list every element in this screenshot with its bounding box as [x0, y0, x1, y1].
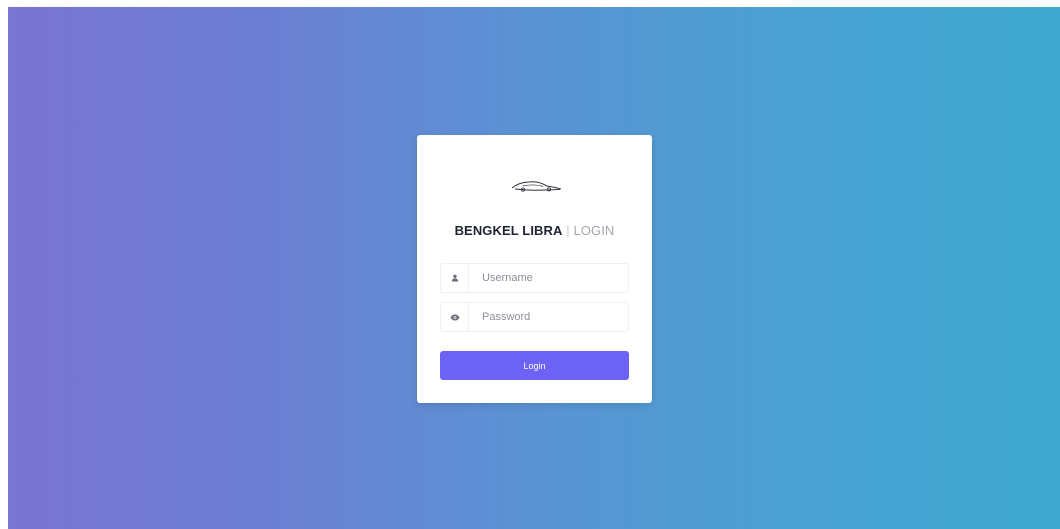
title-separator: |: [566, 223, 570, 238]
username-input[interactable]: [469, 264, 628, 292]
login-card: BENGKEL LIBRA | LOGIN L: [417, 135, 652, 403]
password-icon-box: [441, 303, 469, 331]
brand-name: BENGKEL LIBRA: [454, 223, 563, 238]
login-button[interactable]: Login: [440, 351, 629, 380]
username-field: [440, 263, 629, 293]
password-input[interactable]: [469, 303, 628, 331]
car-icon: [511, 181, 562, 192]
password-field: [440, 302, 629, 332]
title-subtitle: LOGIN: [573, 223, 615, 238]
user-icon: [451, 274, 458, 282]
eye-icon[interactable]: [450, 314, 460, 321]
page-background: BENGKEL LIBRA | LOGIN L: [8, 7, 1060, 529]
page-title: BENGKEL LIBRA | LOGIN: [417, 223, 652, 238]
username-icon-box: [441, 264, 469, 292]
